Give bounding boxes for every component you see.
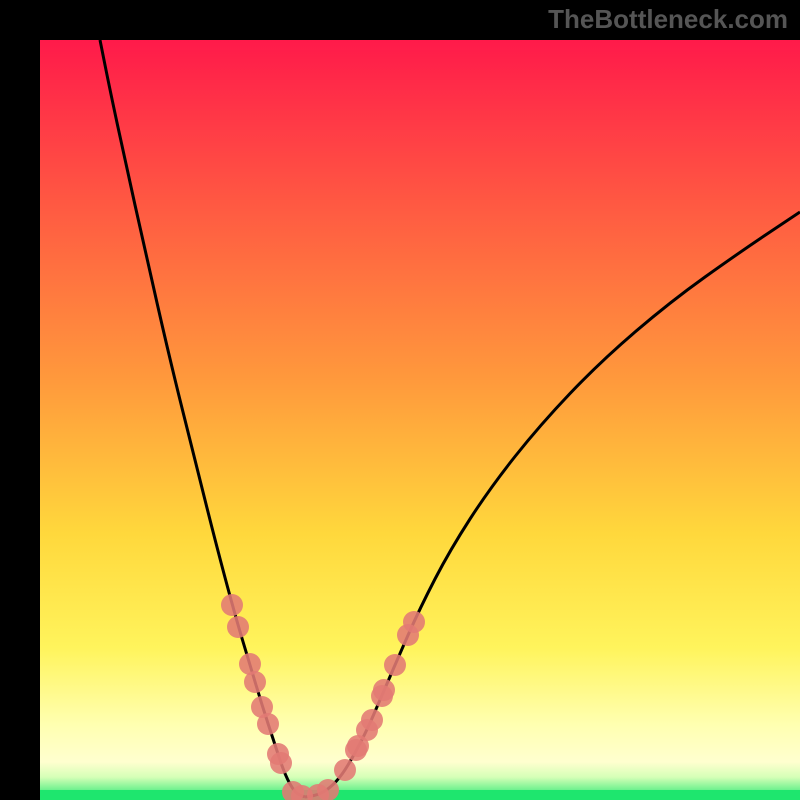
data-marker [317,779,339,800]
data-marker [221,594,243,616]
green-bar [40,790,800,800]
watermark-label: TheBottleneck.com [548,4,788,35]
data-marker [257,713,279,735]
data-marker [361,709,383,731]
data-marker [334,759,356,781]
gradient-background [40,40,800,800]
chart-svg [40,40,800,800]
data-marker [244,671,266,693]
plot-area [40,40,800,800]
data-marker [403,611,425,633]
data-marker [384,654,406,676]
chart-container: TheBottleneck.com [0,0,800,800]
data-marker [270,752,292,774]
data-marker [227,616,249,638]
data-marker [373,679,395,701]
